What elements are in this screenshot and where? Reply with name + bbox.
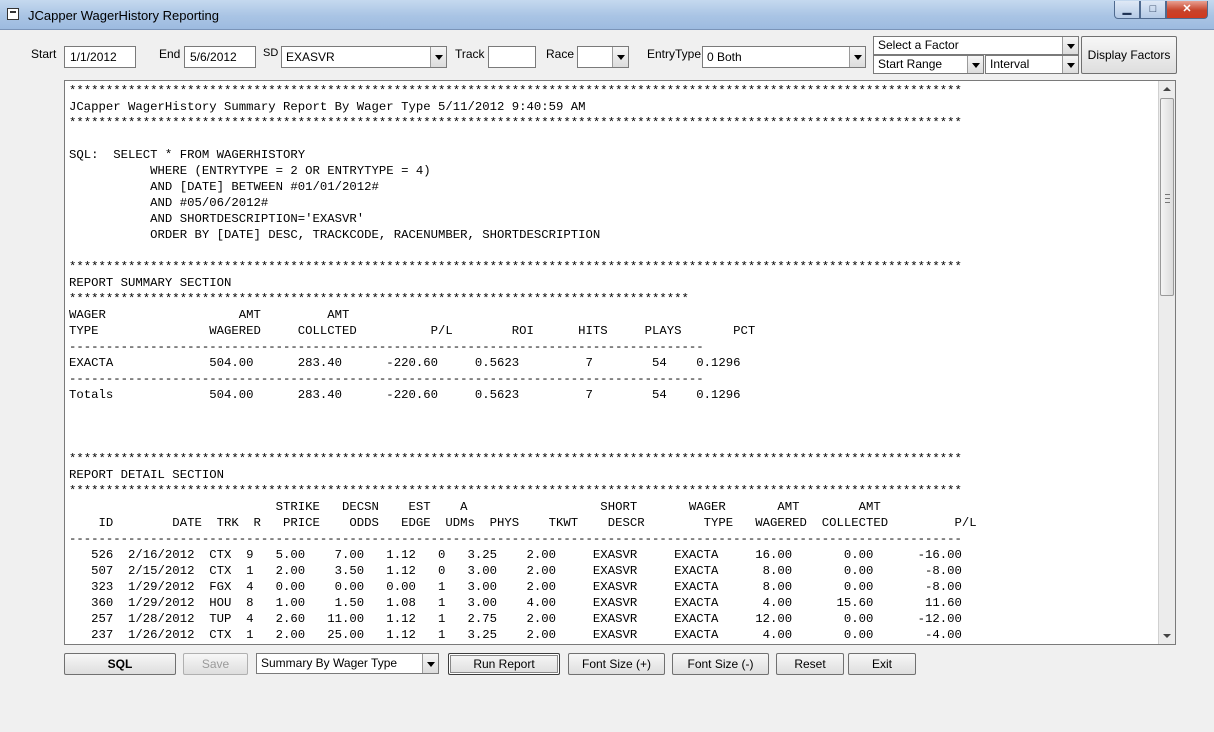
report-line: ID DATE TRK R PRICE ODDS EDGE UDMs PHYS … bbox=[69, 516, 977, 530]
font-size-increase-button[interactable]: Font Size (+) bbox=[568, 653, 665, 675]
chevron-down-icon[interactable] bbox=[430, 47, 446, 67]
report-type-select[interactable]: Summary By Wager Type bbox=[256, 653, 439, 674]
interval-value: Interval bbox=[990, 57, 1030, 71]
chevron-down-icon[interactable] bbox=[849, 47, 865, 67]
entrytype-select[interactable]: 0 Both bbox=[702, 46, 866, 68]
sd-label: SD bbox=[263, 47, 279, 59]
chevron-down-icon[interactable] bbox=[422, 654, 438, 673]
report-line: AND #05/06/2012# bbox=[69, 196, 269, 210]
report-line: JCapper WagerHistory Summary Report By W… bbox=[69, 100, 586, 114]
start-range-select[interactable]: Start Range bbox=[873, 55, 984, 74]
start-range-value: Start Range bbox=[878, 57, 943, 71]
track-field[interactable] bbox=[488, 46, 536, 68]
app-icon bbox=[7, 8, 19, 20]
chevron-down-icon[interactable] bbox=[1062, 37, 1078, 54]
report-line: 257 1/28/2012 TUP 4 2.60 11.00 1.12 1 2.… bbox=[69, 612, 962, 626]
title-bar: JCapper WagerHistory Reporting ▁ □ ✕ bbox=[0, 0, 1214, 30]
report-line: TYPE WAGERED COLLCTED P/L ROI HITS PLAYS… bbox=[69, 324, 756, 338]
scroll-down-icon[interactable] bbox=[1159, 628, 1175, 644]
report-line bbox=[69, 131, 977, 147]
report-textbox[interactable]: ****************************************… bbox=[64, 80, 1176, 645]
report-line: EXACTA 504.00 283.40 -220.60 0.5623 7 54… bbox=[69, 356, 741, 370]
scroll-thumb[interactable] bbox=[1160, 98, 1174, 296]
close-icon: ✕ bbox=[1182, 3, 1192, 15]
report-line: 360 1/29/2012 HOU 8 1.00 1.50 1.08 1 3.0… bbox=[69, 596, 962, 610]
report-line: ORDER BY [DATE] DESC, TRACKCODE, RACENUM… bbox=[69, 228, 601, 242]
report-line: ****************************************… bbox=[69, 116, 962, 130]
report-line: ----------------------------------------… bbox=[69, 532, 962, 546]
scroll-up-icon[interactable] bbox=[1159, 81, 1175, 97]
save-button[interactable]: Save bbox=[183, 653, 248, 675]
close-button[interactable]: ✕ bbox=[1166, 1, 1208, 19]
minimize-button[interactable]: ▁ bbox=[1114, 1, 1140, 19]
end-date-field[interactable]: 5/6/2012 bbox=[184, 46, 256, 68]
sd-select[interactable]: EXASVR bbox=[281, 46, 447, 68]
report-line: AND [DATE] BETWEEN #01/01/2012# bbox=[69, 180, 379, 194]
sd-select-value: EXASVR bbox=[286, 50, 335, 64]
start-date-field[interactable]: 1/1/2012 bbox=[64, 46, 136, 68]
report-line: ****************************************… bbox=[69, 260, 962, 274]
minimize-icon: ▁ bbox=[1122, 3, 1132, 15]
maximize-icon: □ bbox=[1149, 3, 1157, 15]
report-line: AND SHORTDESCRIPTION='EXASVR' bbox=[69, 212, 365, 226]
track-label: Track bbox=[455, 47, 485, 61]
chevron-down-icon[interactable] bbox=[967, 56, 983, 73]
report-line: ----------------------------------------… bbox=[69, 372, 704, 386]
race-label: Race bbox=[546, 47, 575, 61]
report-line bbox=[69, 435, 977, 451]
sql-button[interactable]: SQL bbox=[64, 653, 176, 675]
report-line: REPORT DETAIL SECTION bbox=[69, 468, 224, 482]
reset-button[interactable]: Reset bbox=[776, 653, 844, 675]
vertical-scrollbar[interactable] bbox=[1158, 81, 1175, 644]
report-line: ****************************************… bbox=[69, 484, 962, 498]
factor-select-value: Select a Factor bbox=[878, 38, 959, 52]
entrytype-select-value: 0 Both bbox=[707, 50, 742, 64]
display-factors-button[interactable]: Display Factors bbox=[1081, 36, 1177, 74]
report-type-value: Summary By Wager Type bbox=[261, 656, 398, 670]
end-label: End bbox=[159, 47, 181, 61]
report-line: ****************************************… bbox=[69, 292, 689, 306]
report-line: WHERE (ENTRYTYPE = 2 OR ENTRYTYPE = 4) bbox=[69, 164, 431, 178]
report-line: 526 2/16/2012 CTX 9 5.00 7.00 1.12 0 3.2… bbox=[69, 548, 962, 562]
report-line bbox=[69, 403, 977, 419]
report-line: REPORT SUMMARY SECTION bbox=[69, 276, 232, 290]
report-content: ****************************************… bbox=[69, 83, 977, 643]
report-line: ****************************************… bbox=[69, 452, 962, 466]
report-line: ****************************************… bbox=[69, 84, 962, 98]
report-line bbox=[69, 419, 977, 435]
interval-select[interactable]: Interval bbox=[985, 55, 1079, 74]
report-line: Totals 504.00 283.40 -220.60 0.5623 7 54… bbox=[69, 388, 741, 402]
report-line: 323 1/29/2012 FGX 4 0.00 0.00 0.00 1 3.0… bbox=[69, 580, 962, 594]
report-line: STRIKE DECSN EST A SHORT WAGER AMT AMT bbox=[69, 500, 881, 514]
window-title: JCapper WagerHistory Reporting bbox=[28, 8, 219, 23]
run-report-button[interactable]: Run Report bbox=[448, 653, 560, 675]
start-label: Start bbox=[31, 47, 57, 61]
chevron-down-icon[interactable] bbox=[612, 47, 628, 67]
report-line bbox=[69, 243, 977, 259]
report-line: ----------------------------------------… bbox=[69, 340, 704, 354]
report-line: WAGER AMT AMT bbox=[69, 308, 350, 322]
race-select[interactable] bbox=[577, 46, 629, 68]
grip-icon bbox=[1165, 194, 1170, 203]
report-line: 507 2/15/2012 CTX 1 2.00 3.50 1.12 0 3.0… bbox=[69, 564, 962, 578]
report-line: SQL: SELECT * FROM WAGERHISTORY bbox=[69, 148, 306, 162]
report-line: 237 1/26/2012 CTX 1 2.00 25.00 1.12 1 3.… bbox=[69, 628, 962, 642]
entrytype-label: EntryType bbox=[647, 47, 702, 61]
maximize-button[interactable]: □ bbox=[1140, 1, 1166, 19]
chevron-down-icon[interactable] bbox=[1062, 56, 1078, 73]
exit-button[interactable]: Exit bbox=[848, 653, 916, 675]
font-size-decrease-button[interactable]: Font Size (-) bbox=[672, 653, 769, 675]
factor-select[interactable]: Select a Factor bbox=[873, 36, 1079, 55]
